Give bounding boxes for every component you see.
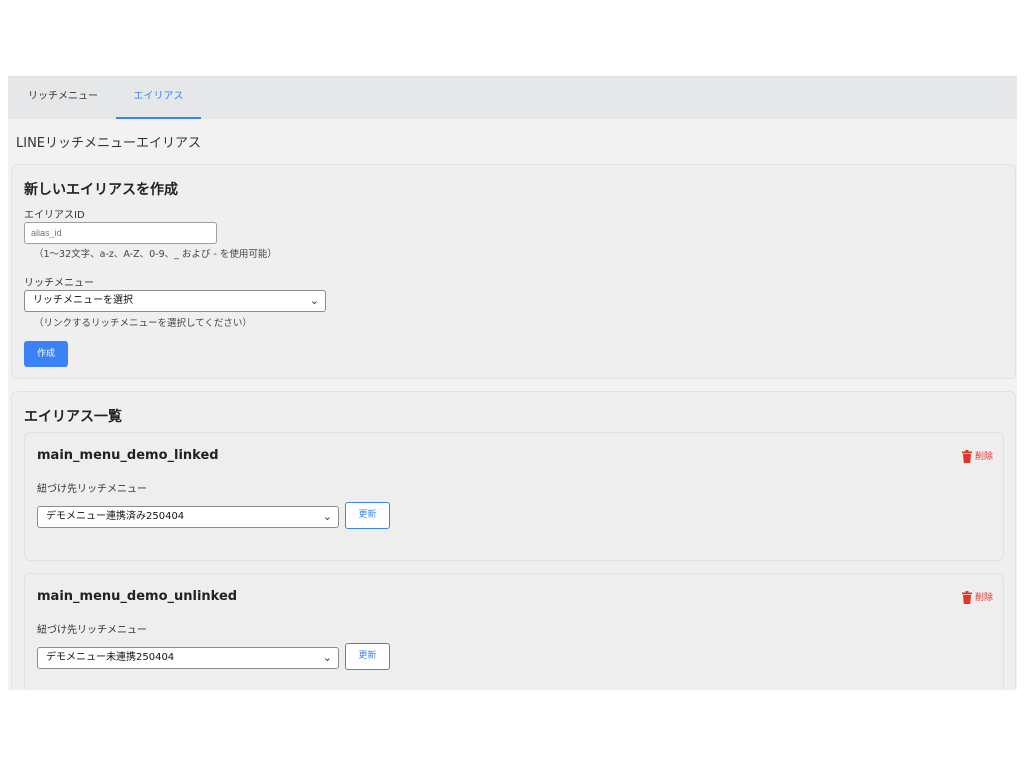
create-button[interactable]: 作成	[24, 341, 68, 367]
linked-menu-label: 紐づけ先リッチメニュー	[37, 625, 147, 636]
create-alias-card: 新しいエイリアスを作成 エイリアスID （1〜32文字、a-z、A-Z、0-9、…	[11, 164, 1016, 379]
chevron-down-icon: ⌄	[322, 510, 332, 523]
delete-button[interactable]: 削除	[961, 449, 993, 463]
trash-icon	[961, 450, 972, 463]
app-window: リッチメニュー エイリアス LINEリッチメニューエイリアス 新しいエイリアスを…	[8, 76, 1017, 690]
alias-id-help: （1〜32文字、a-z、A-Z、0-9、_ および - を使用可能）	[34, 249, 277, 260]
alias-item: main_menu_demo_unlinked 削除 紐づけ先リッチメニュー デ…	[24, 573, 1004, 690]
linked-menu-select-value: デモメニュー連携済み250404	[46, 511, 185, 522]
list-heading: エイリアス一覧	[24, 409, 122, 425]
delete-button[interactable]: 削除	[961, 590, 993, 604]
alias-name: main_menu_demo_unlinked	[37, 589, 238, 604]
linked-menu-select-value: デモメニュー未連携250404	[46, 652, 175, 663]
tab-bar: リッチメニュー エイリアス	[8, 77, 1017, 119]
linked-menu-select[interactable]: デモメニュー未連携250404 ⌄	[37, 647, 339, 669]
update-button[interactable]: 更新	[345, 502, 390, 529]
trash-icon	[961, 591, 972, 604]
tab-rich-menu[interactable]: リッチメニュー	[16, 77, 110, 119]
delete-label: 削除	[974, 452, 993, 462]
alias-id-label: エイリアスID	[24, 210, 85, 221]
alias-list-card: エイリアス一覧 main_menu_demo_linked 削除 紐づけ先リッチ…	[11, 391, 1016, 690]
alias-name: main_menu_demo_linked	[37, 448, 219, 463]
chevron-down-icon: ⌄	[309, 294, 319, 307]
rich-menu-select[interactable]: リッチメニューを選択 ⌄	[24, 290, 326, 312]
chevron-down-icon: ⌄	[322, 651, 332, 664]
delete-label: 削除	[974, 593, 993, 603]
page-title: LINEリッチメニューエイリアス	[16, 136, 202, 151]
alias-id-input[interactable]	[24, 222, 217, 244]
rich-menu-help: （リンクするリッチメニューを選択してください）	[34, 318, 252, 329]
tab-alias[interactable]: エイリアス	[116, 77, 201, 119]
alias-item: main_menu_demo_linked 削除 紐づけ先リッチメニュー デモメ…	[24, 432, 1004, 561]
create-heading: 新しいエイリアスを作成	[24, 182, 178, 198]
linked-menu-select[interactable]: デモメニュー連携済み250404 ⌄	[37, 506, 339, 528]
update-button[interactable]: 更新	[345, 643, 390, 670]
rich-menu-select-value: リッチメニューを選択	[33, 295, 133, 306]
rich-menu-label: リッチメニュー	[24, 278, 94, 289]
linked-menu-label: 紐づけ先リッチメニュー	[37, 484, 147, 495]
